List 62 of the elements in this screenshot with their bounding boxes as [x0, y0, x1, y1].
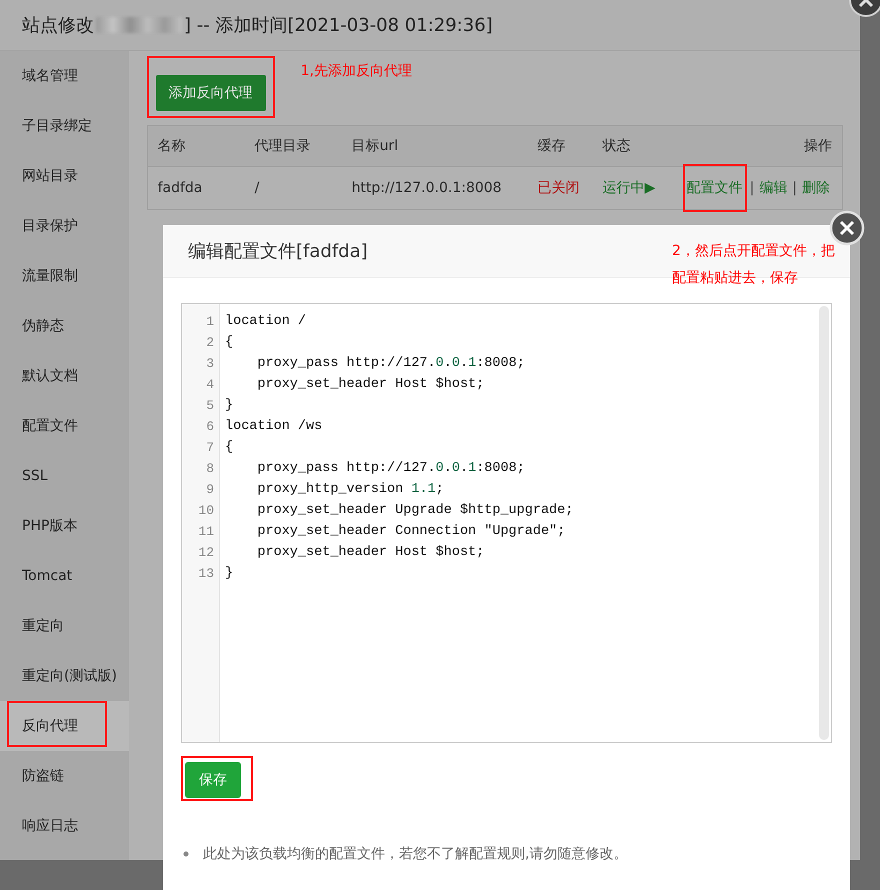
- line-number: 13: [198, 565, 215, 583]
- column-header: 状态: [602, 137, 632, 155]
- code-line: location /ws: [225, 418, 324, 436]
- code-line: proxy_set_header Host $host;: [256, 544, 486, 562]
- table-cell-text: /: [254, 180, 260, 196]
- window-title: 站点修改: [22, 14, 94, 37]
- sidebar-item[interactable]: 目录保护: [0, 201, 129, 251]
- window-title-date: ] -- 添加时间[2021-03-08 01:29:36]: [184, 14, 493, 37]
- line-number: 4: [206, 376, 215, 394]
- sidebar-item[interactable]: Tomcat: [0, 551, 129, 601]
- sidebar-item[interactable]: PHP版本: [0, 501, 129, 551]
- sidebar-item[interactable]: 防盗链: [0, 751, 129, 801]
- code-line: proxy_pass http://127.0.0.1:8008;: [256, 355, 526, 373]
- bullet-icon: [183, 851, 189, 857]
- line-number: 2: [206, 334, 215, 352]
- code-line: {: [225, 439, 234, 457]
- code-line: proxy_set_header Host $host;: [256, 376, 486, 394]
- code-line: }: [225, 397, 234, 415]
- column-header: 名称: [158, 137, 187, 155]
- sidebar-item[interactable]: 配置文件: [0, 401, 129, 451]
- line-number: 3: [206, 355, 215, 373]
- line-number: 11: [198, 523, 215, 541]
- annotation-text: 2，然后点开配置文件，把配置粘贴进去，保存: [672, 242, 836, 288]
- code-line: proxy_http_version 1.1;: [256, 481, 445, 499]
- separator-text: |: [792, 180, 797, 196]
- add-proxy-button[interactable]: 添加反向代理: [156, 75, 266, 111]
- line-number: 6: [206, 418, 215, 436]
- sidebar-item[interactable]: 默认文档: [0, 351, 129, 401]
- sidebar-item[interactable]: 子目录绑定: [0, 101, 129, 151]
- code-line: proxy_set_header Upgrade $http_upgrade;: [256, 502, 574, 520]
- line-number: 9: [206, 481, 215, 499]
- tip-text: 此处为该负载均衡的配置文件，若您不了解配置规则,请勿随意修改。: [203, 845, 628, 863]
- column-header: 缓存: [538, 137, 567, 155]
- sidebar-item[interactable]: SSL: [0, 451, 129, 501]
- table-cell-text: fadfda: [158, 180, 204, 196]
- table-cell-text: http://127.0.0.1:8008: [352, 180, 503, 196]
- sidebar-item[interactable]: 网站目录: [0, 151, 129, 201]
- line-number: 10: [198, 502, 215, 520]
- sidebar-item[interactable]: 反向代理: [0, 701, 129, 751]
- column-header: 操作: [803, 137, 832, 155]
- cache-status-link[interactable]: 已关闭: [538, 179, 603, 197]
- line-number: 7: [206, 439, 215, 457]
- code-line: {: [225, 334, 234, 352]
- sidebar-item[interactable]: 流量限制: [0, 251, 129, 301]
- line-number: 1: [206, 313, 215, 331]
- sidebar-item[interactable]: 响应日志: [0, 801, 129, 851]
- sidebar-item[interactable]: 伪静态: [0, 301, 129, 351]
- line-number: 12: [198, 544, 215, 562]
- sidebar-item[interactable]: 域名管理: [0, 51, 129, 101]
- sidebar-item[interactable]: 重定向(测试版): [0, 651, 129, 701]
- code-line: }: [225, 565, 234, 583]
- code-line: proxy_pass http://127.0.0.1:8008;: [256, 460, 526, 478]
- annotation-text: 1,先添加反向代理: [300, 62, 413, 81]
- line-number: 5: [206, 397, 215, 415]
- line-number: 8: [206, 460, 215, 478]
- separator-text: |: [750, 180, 754, 196]
- column-header: 目标url: [352, 137, 400, 155]
- code-line: proxy_set_header Connection "Upgrade";: [256, 523, 566, 541]
- modal-title: 编辑配置文件[fadfda]: [188, 240, 368, 263]
- sidebar-item[interactable]: 重定向: [0, 601, 129, 651]
- code-line: location /: [225, 313, 308, 331]
- column-header: 代理目录: [254, 137, 312, 155]
